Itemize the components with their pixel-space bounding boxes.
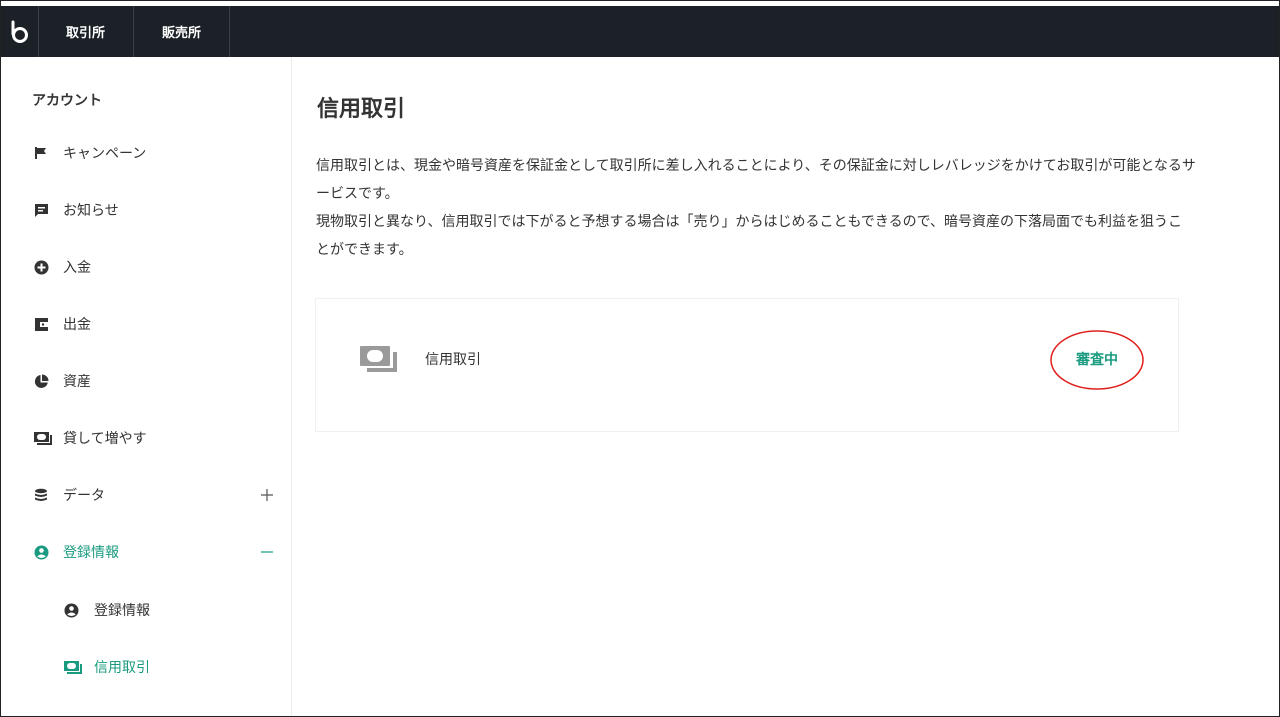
sidebar-subitem-margin-trading[interactable]: 信用取引 xyxy=(1,652,291,682)
sidebar-item-deposit[interactable]: 入金 xyxy=(1,252,291,282)
top-navigation-bar: 取引所 販売所 xyxy=(1,1,1279,57)
collapse-minus-icon[interactable] xyxy=(259,544,275,560)
sidebar-subitem-registration[interactable]: 登録情報 xyxy=(1,595,291,625)
sidebar-item-assets[interactable]: 資産 xyxy=(1,366,291,396)
flag-icon xyxy=(33,145,49,161)
money-icon xyxy=(359,344,399,374)
sidebar-heading: アカウント xyxy=(32,93,102,109)
pie-chart-icon xyxy=(33,373,49,389)
message-icon xyxy=(33,202,49,218)
sidebar-item-label: 出金 xyxy=(63,317,91,333)
sidebar: アカウント キャンペーン お知らせ 入金 出金 資産 貸して増やす データ 登録… xyxy=(1,57,292,716)
page-title: 信用取引 xyxy=(317,97,406,122)
sidebar-item-label: 登録情報 xyxy=(94,603,150,619)
bitbank-logo-icon[interactable] xyxy=(1,6,39,57)
sidebar-item-label: 登録情報 xyxy=(63,545,119,561)
sidebar-item-campaign[interactable]: キャンペーン xyxy=(1,138,291,168)
status-badge: 審査中 xyxy=(1076,352,1118,368)
sidebar-item-data[interactable]: データ xyxy=(1,480,291,510)
card-label: 信用取引 xyxy=(425,352,481,368)
wallet-icon xyxy=(33,316,49,332)
sidebar-item-lending[interactable]: 貸して増やす xyxy=(1,423,291,453)
margin-trading-card[interactable]: 信用取引 審査中 xyxy=(315,298,1179,432)
sidebar-item-label: 資産 xyxy=(63,374,91,390)
sidebar-item-withdraw[interactable]: 出金 xyxy=(1,309,291,339)
tab-sales-office[interactable]: 販売所 xyxy=(134,6,230,57)
sidebar-item-label: キャンペーン xyxy=(63,146,147,162)
database-icon xyxy=(33,487,49,503)
sidebar-item-label: データ xyxy=(63,488,105,504)
description-paragraph: 現物取引と異なり、信用取引では下がると予想する場合は「売り」からはじめることもで… xyxy=(316,214,1183,258)
user-circle-icon xyxy=(63,602,79,618)
sidebar-item-news[interactable]: お知らせ xyxy=(1,195,291,225)
money-icon xyxy=(63,659,83,675)
user-circle-icon xyxy=(33,544,49,560)
app-frame: 取引所 販売所 アカウント キャンペーン お知らせ 入金 出金 資産 貸して増や… xyxy=(0,0,1280,717)
money-icon xyxy=(33,430,53,446)
sidebar-item-registration[interactable]: 登録情報 xyxy=(1,537,291,567)
description-paragraph: 信用取引とは、現金や暗号資産を保証金として取引所に差し入れることにより、その保証… xyxy=(316,158,1196,202)
sidebar-item-label: お知らせ xyxy=(63,203,119,219)
sidebar-item-label: 貸して増やす xyxy=(63,431,147,447)
plus-circle-icon xyxy=(33,259,49,275)
main-content: 信用取引 信用取引とは、現金や暗号資産を保証金として取引所に差し入れることにより… xyxy=(292,57,1279,716)
expand-plus-icon[interactable] xyxy=(259,487,275,503)
tab-exchange[interactable]: 取引所 xyxy=(38,6,134,57)
status-area: 審査中 xyxy=(1047,329,1144,390)
sidebar-item-label: 入金 xyxy=(63,260,91,276)
sidebar-item-label: 信用取引 xyxy=(94,660,150,676)
description: 信用取引とは、現金や暗号資産を保証金として取引所に差し入れることにより、その保証… xyxy=(316,152,1196,264)
